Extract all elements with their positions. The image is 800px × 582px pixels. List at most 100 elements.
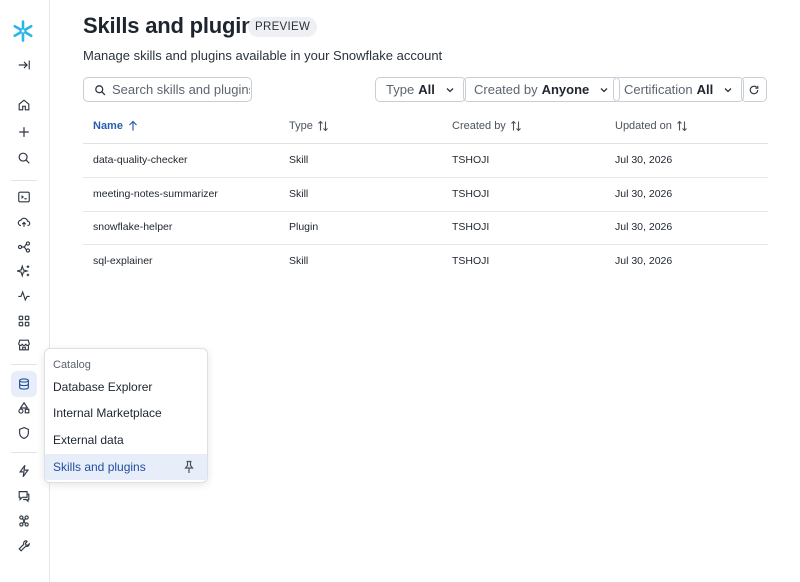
page-subtitle: Manage skills and plugins available in y… [83, 48, 443, 63]
cell-updated-on: Jul 30, 2026 [615, 188, 673, 200]
catalog-button[interactable] [11, 371, 37, 397]
expand-sidebar-button[interactable] [11, 52, 37, 78]
cell-created-by: TSHOJI [452, 221, 490, 233]
menu-item-skills-and-plugins[interactable]: Skills and plugins [45, 454, 207, 480]
pin-icon[interactable] [183, 460, 195, 474]
apps-button[interactable] [11, 308, 37, 334]
type-filter-value: All [418, 82, 435, 97]
monitoring-button[interactable] [11, 283, 37, 309]
data-flow-icon [17, 241, 31, 253]
chevron-down-icon [446, 87, 454, 92]
plus-icon [19, 127, 29, 137]
column-header-created-by[interactable]: Created by [452, 120, 522, 132]
compute-button[interactable] [11, 458, 37, 484]
cell-name: snowflake-helper [93, 221, 173, 233]
ai-sparkle-icon [17, 264, 30, 278]
search-button[interactable] [11, 145, 37, 171]
certification-filter-value: All [696, 82, 714, 97]
search-input[interactable] [112, 82, 250, 97]
cell-updated-on: Jul 30, 2026 [615, 221, 673, 233]
menu-item-label: Skills and plugins [53, 460, 146, 474]
created-by-filter[interactable]: Created by Anyone [463, 77, 621, 102]
marketplace-button[interactable] [11, 332, 37, 358]
sidebar-divider [11, 452, 37, 453]
cell-updated-on: Jul 30, 2026 [615, 255, 673, 267]
table-row[interactable]: sql-explainer Skill TSHOJI Jul 30, 2026 [83, 245, 768, 278]
admin-nodes-icon [19, 515, 29, 527]
column-header-label: Updated on [615, 120, 672, 132]
home-button[interactable] [11, 92, 37, 118]
type-filter-label: Type [386, 82, 415, 97]
cell-type: Skill [289, 255, 309, 267]
cell-created-by: TSHOJI [452, 154, 490, 166]
created-by-filter-value: Anyone [541, 82, 590, 97]
table-row[interactable]: snowflake-helper Plugin TSHOJI Jul 30, 2… [83, 211, 768, 245]
ingestion-button[interactable] [11, 209, 37, 235]
admin-button[interactable] [11, 508, 37, 534]
column-header-type[interactable]: Type [289, 120, 329, 132]
shapes-icon [18, 401, 30, 414]
shield-icon [19, 426, 29, 440]
page-title: Skills and plugins [83, 13, 267, 38]
ai-ml-button[interactable] [11, 258, 37, 284]
cell-type: Plugin [289, 221, 319, 233]
chevron-down-icon [724, 87, 732, 92]
catalog-menu-header: Catalog [53, 359, 91, 371]
cell-name: meeting-notes-summarizer [93, 188, 218, 200]
search-icon [95, 84, 106, 95]
column-header-label: Created by [452, 120, 506, 132]
sort-icon [317, 120, 328, 132]
table-row[interactable]: data-quality-checker Skill TSHOJI Jul 30… [83, 144, 768, 178]
chat-icon [18, 491, 30, 503]
sort-ascending-icon [129, 120, 137, 131]
type-filter[interactable]: Type All [375, 77, 466, 102]
sidebar-divider [11, 180, 37, 181]
cell-type: Skill [289, 188, 309, 200]
menu-item-external-data[interactable]: External data [45, 427, 207, 453]
activity-icon [18, 290, 30, 302]
preview-badge: PREVIEW [248, 17, 318, 37]
tools-icon [18, 540, 30, 552]
apps-grid-icon [18, 315, 30, 327]
lightning-icon [18, 464, 30, 478]
sidebar [0, 0, 50, 582]
certification-filter-label: Certification [624, 82, 693, 97]
settings-button[interactable] [11, 533, 37, 559]
column-header-updated-on[interactable]: Updated on [615, 120, 688, 132]
support-button[interactable] [11, 483, 37, 509]
marketplace-icon [18, 339, 30, 351]
horizon-button[interactable] [11, 395, 37, 421]
expand-sidebar-icon [18, 60, 30, 70]
home-icon [18, 99, 30, 111]
table-row[interactable]: meeting-notes-summarizer Skill TSHOJI Ju… [83, 178, 768, 212]
refresh-icon [749, 85, 759, 94]
sidebar-divider [11, 364, 37, 365]
cell-type: Skill [289, 154, 309, 166]
certification-filter[interactable]: Certification All [613, 77, 745, 102]
cell-name: data-quality-checker [93, 154, 188, 166]
cloud-upload-icon [17, 217, 31, 227]
cell-updated-on: Jul 30, 2026 [615, 154, 673, 166]
catalog-menu: Catalog Database Explorer Internal Marke… [44, 348, 208, 483]
projects-button[interactable] [11, 184, 37, 210]
cell-created-by: TSHOJI [452, 255, 490, 267]
column-header-name[interactable]: Name [93, 120, 139, 132]
sort-icon [510, 120, 521, 132]
menu-item-database-explorer[interactable]: Database Explorer [45, 374, 207, 400]
create-button[interactable] [11, 119, 37, 145]
cell-created-by: TSHOJI [452, 188, 490, 200]
column-header-label: Type [289, 120, 313, 132]
search-icon [18, 152, 30, 164]
column-header-label: Name [93, 120, 123, 132]
created-by-filter-label: Created by [474, 82, 538, 97]
chevron-down-icon [600, 87, 608, 92]
transformation-button[interactable] [11, 234, 37, 260]
table-header: Name Type Created by Updated on [83, 111, 768, 144]
refresh-button[interactable] [741, 77, 767, 102]
snowflake-logo-icon[interactable] [11, 19, 35, 43]
database-icon [19, 378, 29, 390]
search-box[interactable] [83, 77, 252, 102]
governance-button[interactable] [11, 420, 37, 446]
menu-item-internal-marketplace[interactable]: Internal Marketplace [45, 400, 207, 426]
cell-name: sql-explainer [93, 255, 153, 267]
